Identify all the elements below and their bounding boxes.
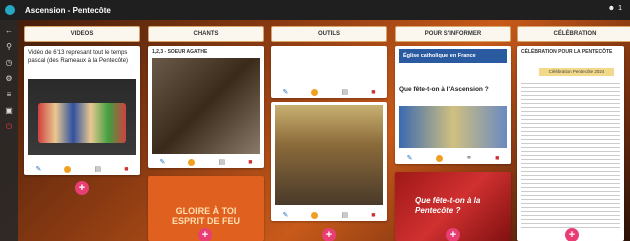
- playmobil-figures-image: [38, 103, 126, 143]
- card-toolbar: ✎ ▤ ■: [148, 156, 264, 168]
- link-icon[interactable]: ▤: [342, 212, 349, 219]
- video-description: Vidéo de 6'13 represant tout le temps pa…: [28, 50, 129, 64]
- column-informer: POUR S'INFORMER: [395, 26, 511, 42]
- edit-icon[interactable]: ✎: [283, 89, 289, 96]
- card-video[interactable]: Vidéo de 6'13 represant tout le temps pa…: [24, 46, 140, 175]
- column-videos: VIDEOS: [24, 26, 140, 42]
- gear-icon[interactable]: ⚙: [4, 74, 14, 84]
- card-eglise[interactable]: Église catholique en France Que fête-t-o…: [395, 46, 511, 164]
- edit-icon[interactable]: ✎: [407, 155, 413, 162]
- column-header-outils[interactable]: OUTILS: [271, 26, 387, 42]
- add-card-button-outils[interactable]: +: [322, 228, 336, 241]
- film-icon[interactable]: ▤: [219, 159, 226, 166]
- card-toolbar: ✎ ▤ ■: [24, 163, 140, 175]
- eglise-site-header: Église catholique en France: [399, 49, 507, 63]
- column-header-chants[interactable]: CHANTS: [148, 26, 264, 42]
- board-title: Ascension - Pentecôte: [25, 5, 111, 15]
- eglise-question: Que fête-t-on à l'Ascension ?: [399, 86, 489, 93]
- sidebar: ← ⚲ ◷ ⚙ ≡ ▣ ⏻: [0, 20, 18, 241]
- card-toolbar: ✎ ▤ ■: [271, 86, 387, 98]
- power-icon[interactable]: ⏻: [4, 122, 14, 132]
- add-card-button-informer[interactable]: +: [446, 228, 460, 241]
- comment-icon[interactable]: [311, 88, 319, 96]
- celebration-title: CÉLÉBRATION POUR LA PENTECÔTE: [521, 49, 613, 55]
- delete-icon[interactable]: ■: [371, 212, 375, 219]
- export-icon[interactable]: ▣: [4, 106, 14, 116]
- edit-icon[interactable]: ✎: [36, 166, 42, 173]
- column-celebration: CÉLÉBRATION: [517, 26, 630, 42]
- user-count-value: 1: [618, 5, 622, 12]
- history-icon[interactable]: ◷: [4, 58, 14, 68]
- top-bar: Ascension - Pentecôte ☻ 1: [0, 0, 630, 20]
- delete-icon[interactable]: ■: [371, 89, 375, 96]
- app-logo-icon[interactable]: [5, 5, 15, 15]
- card-outil-2[interactable]: ✎ ▤ ■: [271, 102, 387, 221]
- celebration-document-preview[interactable]: [521, 80, 620, 230]
- add-card-button-celebration[interactable]: +: [565, 228, 579, 241]
- column-header-celebration[interactable]: CÉLÉBRATION: [517, 26, 630, 42]
- users-icon: ☻: [607, 5, 616, 12]
- add-card-button-videos[interactable]: +: [75, 181, 89, 195]
- filter-icon[interactable]: ≡: [4, 90, 14, 100]
- column-chants: CHANTS: [148, 26, 264, 42]
- column-header-videos[interactable]: VIDEOS: [24, 26, 140, 42]
- delete-icon[interactable]: ■: [495, 155, 499, 162]
- back-arrow-icon[interactable]: ←: [4, 26, 14, 36]
- user-count[interactable]: ☻ 1: [608, 5, 622, 12]
- celebration-subtitle: Célébration Pentecôte 2024: [539, 68, 614, 76]
- ascension-painting-image[interactable]: [275, 105, 383, 205]
- card-celebration[interactable]: CÉLÉBRATION POUR LA PENTECÔTE Célébratio…: [517, 46, 624, 241]
- add-card-button-chants[interactable]: +: [198, 228, 212, 241]
- edit-icon[interactable]: ✎: [283, 212, 289, 219]
- card-toolbar: ✎ ⚭ ■: [395, 152, 511, 164]
- gloire-text: GLOIRE À TOI ESPRIT DE FEU: [171, 206, 240, 226]
- card-outil-1[interactable]: ✎ ▤ ■: [271, 46, 387, 98]
- search-icon[interactable]: ⚲: [4, 42, 14, 52]
- card-toolbar: ✎ ▤ ■: [271, 209, 387, 221]
- comment-icon[interactable]: [311, 211, 319, 219]
- pentecote-question: Que fête-t-on à la Pentecôte ?: [415, 196, 481, 215]
- delete-icon[interactable]: ■: [124, 166, 128, 173]
- video-thumbnail[interactable]: [28, 79, 136, 155]
- comment-icon[interactable]: [188, 158, 196, 166]
- comment-icon[interactable]: [435, 154, 443, 162]
- film-icon[interactable]: ▤: [95, 166, 102, 173]
- edit-icon[interactable]: ✎: [160, 159, 166, 166]
- card-chant[interactable]: 1,2,3 - SOEUR AGATHE ✎ ▤ ■: [148, 46, 264, 168]
- chant-title: 1,2,3 - SOEUR AGATHE: [152, 49, 208, 55]
- comment-icon[interactable]: [64, 165, 72, 173]
- column-outils: OUTILS: [271, 26, 387, 42]
- choir-image[interactable]: [152, 58, 260, 154]
- column-header-informer[interactable]: POUR S'INFORMER: [395, 26, 511, 42]
- document-icon[interactable]: ▤: [342, 89, 349, 96]
- link-icon[interactable]: ⚭: [466, 155, 472, 162]
- delete-icon[interactable]: ■: [248, 159, 252, 166]
- ascension-article-image[interactable]: [399, 106, 507, 148]
